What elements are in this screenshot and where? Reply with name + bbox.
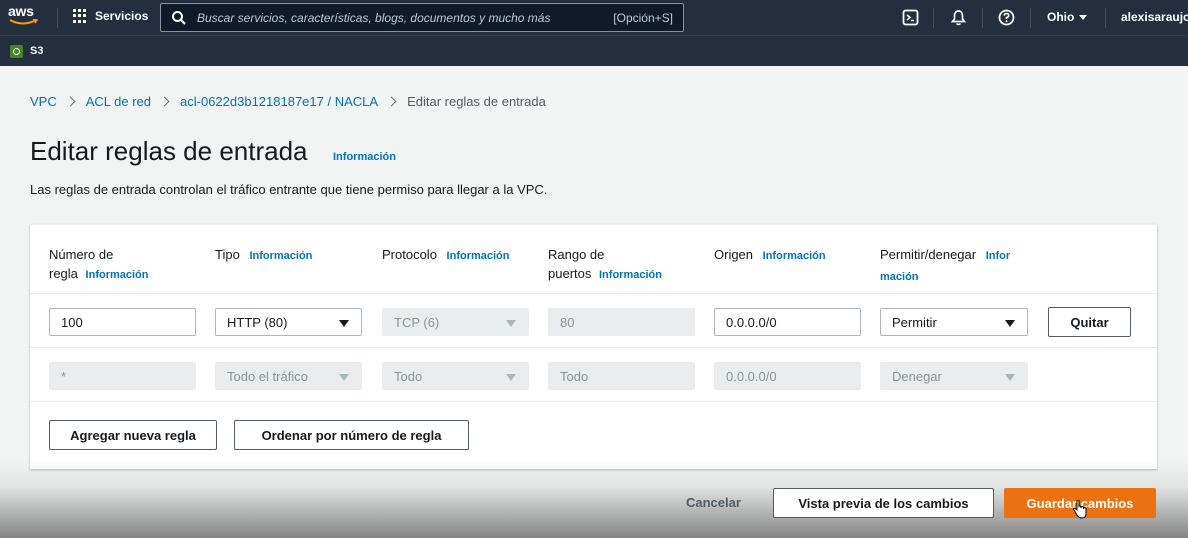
grid-icon <box>73 9 87 23</box>
region-label: Ohio <box>1047 10 1075 24</box>
default-source: 0.0.0.0/0 <box>714 362 861 390</box>
services-label: Servicios <box>95 9 149 23</box>
column-label-source: Origen <box>714 247 754 262</box>
sort-rules-button[interactable]: Ordenar por número de regla <box>234 420 469 450</box>
source-input[interactable] <box>714 308 861 336</box>
allow-deny-info-link[interactable]: Infor <box>986 250 1010 262</box>
chevron-right-icon <box>159 96 170 107</box>
column-header-protocol: Protocolo Información <box>382 245 510 266</box>
column-header-port-range: Rango de puertos Información <box>548 245 662 285</box>
column-header-allow-deny: Permitir/denegar Infor mación <box>880 245 1040 287</box>
protocol-select-value: TCP (6) <box>394 314 440 330</box>
type-select[interactable]: HTTP (80) <box>215 308 362 336</box>
caret-down-icon <box>506 320 516 327</box>
default-rule-number-value: * <box>61 368 67 384</box>
remove-rule-button[interactable]: Quitar <box>1048 307 1131 337</box>
protocol-select: TCP (6) <box>382 308 529 336</box>
page-description: Las reglas de entrada controlan el tráfi… <box>30 182 548 197</box>
page-title: Editar reglas de entrada <box>30 136 308 166</box>
title-info-link[interactable]: Información <box>333 151 396 163</box>
caret-down-icon <box>339 320 349 327</box>
column-label-type: Tipo <box>215 247 240 262</box>
s3-icon <box>10 45 23 58</box>
caret-down-icon <box>1079 14 1088 20</box>
caret-down-icon <box>1005 374 1015 381</box>
row-divider <box>30 293 1157 294</box>
search-icon <box>172 10 186 25</box>
caret-down-icon <box>506 374 516 381</box>
port-range-info-link[interactable]: Información <box>599 269 662 281</box>
default-port-range-value: Todo <box>560 368 589 384</box>
breadcrumb-acl-id[interactable]: acl-0622d3b1218187e17 / NACLA <box>180 94 378 109</box>
search-shortcut: [Opción+S] <box>613 10 673 25</box>
column-header-rule-number: Número de regla Información <box>49 245 149 285</box>
action-select[interactable]: Permitir <box>880 308 1028 336</box>
aws-logo[interactable]: aws <box>8 4 42 30</box>
default-port-range: Todo <box>548 362 695 390</box>
nav-divider <box>933 8 934 28</box>
default-action-select: Denegar <box>880 362 1028 390</box>
inbound-rules-panel: Número de regla Información Tipo Informa… <box>30 224 1157 469</box>
hand-cursor-icon <box>1072 500 1087 519</box>
search-input[interactable] <box>197 10 614 25</box>
protocol-info-link[interactable]: Información <box>447 250 510 262</box>
s3-shortcut[interactable]: S3 <box>30 45 43 57</box>
services-menu[interactable]: Servicios <box>73 9 148 23</box>
allow-deny-info-link-cont[interactable]: mación <box>880 271 919 283</box>
column-label-port-range: Rango de puertos <box>548 247 605 281</box>
type-select-value: HTTP (80) <box>227 314 288 330</box>
rule-number-value[interactable] <box>61 314 184 330</box>
column-label-allow-deny: Permitir/denegar <box>880 247 977 262</box>
user-menu[interactable]: alexisaraujor <box>1121 10 1188 24</box>
breadcrumb-current: Editar reglas de entrada <box>407 94 546 109</box>
rule-number-input[interactable] <box>49 308 196 336</box>
caret-down-icon <box>339 374 349 381</box>
action-select-value: Permitir <box>892 314 937 330</box>
breadcrumb-vpc[interactable]: VPC <box>30 94 57 109</box>
column-label-protocol: Protocolo <box>382 247 437 262</box>
default-protocol-value: Todo <box>394 368 423 384</box>
nav-divider <box>1105 8 1106 28</box>
nav-divider <box>982 8 983 28</box>
default-source-value: 0.0.0.0/0 <box>726 368 777 384</box>
row-divider <box>30 401 1157 402</box>
source-info-link[interactable]: Información <box>763 250 826 262</box>
preview-changes-button[interactable]: Vista previa de los cambios <box>773 488 994 518</box>
add-rule-button[interactable]: Agregar nueva regla <box>49 420 217 450</box>
column-header-source: Origen Información <box>714 245 826 266</box>
default-type-select: Todo el tráfico <box>215 362 362 390</box>
caret-down-icon <box>1005 320 1015 327</box>
cloudshell-icon[interactable] <box>902 9 919 26</box>
type-info-link[interactable]: Información <box>249 250 312 262</box>
port-range-input: 80 <box>548 308 695 336</box>
aws-logo-text: aws <box>8 3 34 19</box>
column-header-type: Tipo Información <box>215 245 312 266</box>
help-icon[interactable] <box>998 9 1015 26</box>
breadcrumb-network-acl[interactable]: ACL de red <box>86 94 151 109</box>
nav-divider <box>57 8 58 28</box>
default-type-value: Todo el tráfico <box>227 368 308 384</box>
region-selector[interactable]: Ohio <box>1047 10 1088 24</box>
rule-number-info-link[interactable]: Información <box>86 269 149 281</box>
search-box[interactable]: [Opción+S] <box>160 3 684 32</box>
bell-icon[interactable] <box>950 9 967 26</box>
row-divider <box>30 347 1157 348</box>
aws-smile-icon <box>9 19 39 25</box>
nav-divider <box>1030 8 1031 28</box>
default-protocol-select: Todo <box>382 362 529 390</box>
top-navigation: aws Servicios [Opción+S] Ohio <box>0 0 1188 35</box>
default-action-value: Denegar <box>892 368 942 384</box>
port-range-value: 80 <box>560 314 575 330</box>
service-favorites-bar: S3 <box>0 35 1188 66</box>
default-rule-number: * <box>49 362 196 390</box>
chevron-right-icon <box>65 96 76 107</box>
source-value[interactable] <box>726 314 849 330</box>
chevron-right-icon <box>386 96 397 107</box>
breadcrumb: VPC ACL de red acl-0622d3b1218187e17 / N… <box>30 94 546 109</box>
cancel-button[interactable]: Cancelar <box>686 495 741 510</box>
